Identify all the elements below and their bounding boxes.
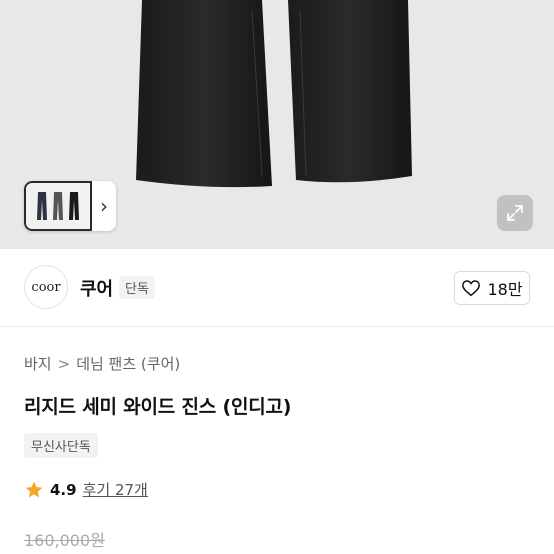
original-price: 160,000원 xyxy=(24,531,105,550)
product-image-gallery[interactable]: › xyxy=(0,0,554,249)
heart-icon xyxy=(462,280,481,297)
like-count: 18만 xyxy=(487,280,523,299)
breadcrumb-subcategory[interactable]: 데님 팬츠 (쿠어) xyxy=(76,353,180,374)
thumbnail-image[interactable] xyxy=(24,181,92,231)
star-icon xyxy=(25,481,43,497)
thumbnail-strip[interactable]: › xyxy=(24,181,116,231)
jeans-thumbnail-icon xyxy=(37,192,79,220)
brand-row: coor 쿠어 단독 18만 xyxy=(0,249,554,327)
brand-badge: 단독 xyxy=(119,276,155,299)
product-title: 리지드 세미 와이드 진스 (인디고) xyxy=(24,396,292,418)
rating-row: 4.9 후기 27개 xyxy=(24,479,148,500)
brand-logo-text: coor xyxy=(31,279,61,295)
rating-score: 4.9 xyxy=(50,480,77,499)
zoom-button[interactable] xyxy=(497,195,533,231)
expand-icon xyxy=(507,205,523,221)
breadcrumb: 바지 > 데님 팬츠 (쿠어) xyxy=(24,353,180,374)
exclusive-tag: 무신사단독 xyxy=(24,433,98,458)
reviews-link[interactable]: 후기 27개 xyxy=(83,479,148,500)
chevron-right-icon: > xyxy=(57,354,71,373)
brand-name[interactable]: 쿠어 xyxy=(80,275,113,301)
breadcrumb-category[interactable]: 바지 xyxy=(24,353,52,374)
brand-logo[interactable]: coor xyxy=(24,265,68,309)
chevron-right-icon: › xyxy=(100,194,108,218)
like-button[interactable]: 18만 xyxy=(454,271,530,305)
thumbnail-next-button[interactable]: › xyxy=(92,194,116,218)
